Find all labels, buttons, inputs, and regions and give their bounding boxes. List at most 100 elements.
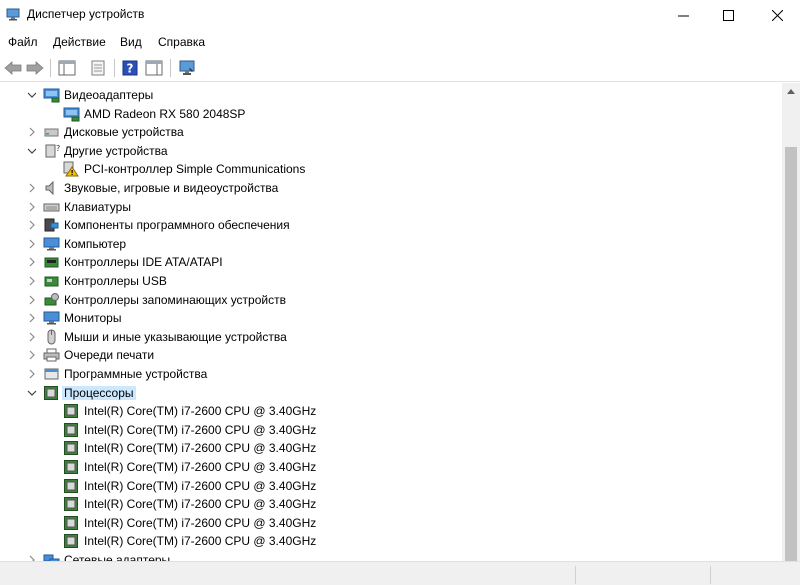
- tree-category[interactable]: Видеоадаптеры: [0, 86, 782, 105]
- speaker-icon: [43, 180, 60, 196]
- expand-toggle-closed[interactable]: [27, 126, 37, 138]
- chevron-right-icon[interactable]: [29, 220, 35, 230]
- tree-item-label: Контроллеры USB: [64, 274, 167, 288]
- tree-category[interactable]: Компьютер: [0, 235, 782, 254]
- chevron-right-icon[interactable]: [29, 295, 35, 305]
- expand-toggle-closed[interactable]: [27, 554, 37, 561]
- tree-device[interactable]: Intel(R) Core(TM) i7-2600 CPU @ 3.40GHz: [0, 514, 782, 533]
- action-pane-icon: [145, 60, 163, 76]
- maximize-button[interactable]: [705, 0, 751, 30]
- chevron-right-icon[interactable]: [29, 239, 35, 249]
- tree-category[interactable]: ? Другие устройства: [0, 142, 782, 161]
- tree-category[interactable]: Программные устройства: [0, 365, 782, 384]
- processor-icon: [63, 478, 80, 494]
- tree-item-label: Очереди печати: [64, 348, 155, 363]
- scan-hardware-button[interactable]: [176, 57, 198, 79]
- chevron-down-icon[interactable]: [27, 390, 37, 396]
- chevron-right-icon[interactable]: [29, 183, 35, 193]
- vertical-scrollbar[interactable]: [782, 83, 800, 561]
- scroll-up-icon[interactable]: [787, 88, 795, 94]
- disk-drive-icon: [43, 124, 60, 140]
- tree-item-label: Мыши и иные указывающие устройства: [64, 329, 287, 344]
- properties-button[interactable]: [87, 57, 109, 79]
- status-separator: [710, 566, 711, 584]
- expand-toggle-closed[interactable]: [27, 349, 37, 361]
- expand-toggle-closed[interactable]: [27, 182, 37, 194]
- tree-item-label: Intel(R) Core(TM) i7-2600 CPU @ 3.40GHz: [84, 534, 317, 549]
- tree-category[interactable]: Звуковые, игровые и видеоустройства: [0, 179, 782, 198]
- menu-file[interactable]: Файл: [8, 35, 38, 49]
- chevron-right-icon[interactable]: [29, 127, 35, 137]
- chevron-right-icon[interactable]: [29, 313, 35, 323]
- tree-device[interactable]: Intel(R) Core(TM) i7-2600 CPU @ 3.40GHz: [0, 495, 782, 514]
- tree-category[interactable]: Очереди печати: [0, 346, 782, 365]
- expand-toggle-closed[interactable]: [27, 368, 37, 380]
- toolbar-separator: [170, 59, 171, 77]
- menu-help[interactable]: Справка: [158, 35, 205, 49]
- expand-toggle-closed[interactable]: [27, 312, 37, 324]
- chevron-right-icon[interactable]: [29, 350, 35, 360]
- chevron-right-icon[interactable]: [29, 332, 35, 342]
- tree-category[interactable]: Сетевые адаптеры: [0, 551, 782, 561]
- menu-view[interactable]: Вид: [120, 35, 142, 49]
- expand-toggle-open[interactable]: [27, 145, 37, 157]
- tree-item-label: Звуковые, игровые и видеоустройства: [64, 181, 279, 195]
- tree-category[interactable]: Контроллеры запоминающих устройств: [0, 291, 782, 310]
- chevron-down-icon[interactable]: [27, 148, 37, 154]
- tree-category[interactable]: Контроллеры IDE ATA/ATAPI: [0, 253, 782, 272]
- toolbar-separator: [114, 59, 115, 77]
- expand-toggle-closed[interactable]: [27, 256, 37, 268]
- tree-item-label: Сетевые адаптеры: [64, 553, 171, 561]
- tree-device[interactable]: PCI-контроллер Simple Communications: [0, 160, 782, 179]
- processor-icon: [63, 422, 80, 438]
- tree-device[interactable]: AMD Radeon RX 580 2048SP: [0, 105, 782, 124]
- back-arrow-icon: [4, 61, 22, 75]
- tree-category[interactable]: Клавиатуры: [0, 198, 782, 217]
- tree-device[interactable]: Intel(R) Core(TM) i7-2600 CPU @ 3.40GHz: [0, 421, 782, 440]
- tree-device[interactable]: Intel(R) Core(TM) i7-2600 CPU @ 3.40GHz: [0, 439, 782, 458]
- expand-toggle-open[interactable]: [27, 387, 37, 399]
- storage-controller-icon: [43, 292, 60, 308]
- tree-category[interactable]: Контроллеры USB: [0, 272, 782, 291]
- help-button[interactable]: ?: [119, 57, 141, 79]
- expand-toggle-closed[interactable]: [27, 201, 37, 213]
- action-pane-button[interactable]: [143, 57, 165, 79]
- other-devices-icon: ?: [43, 143, 60, 159]
- chevron-right-icon[interactable]: [29, 257, 35, 267]
- expand-toggle-closed[interactable]: [27, 275, 37, 287]
- close-button[interactable]: [754, 0, 800, 30]
- tree-category[interactable]: Компоненты программного обеспечения: [0, 216, 782, 235]
- network-adapter-icon: [43, 552, 60, 561]
- device-manager-icon: [6, 8, 20, 21]
- expand-toggle-closed[interactable]: [27, 331, 37, 343]
- menu-action[interactable]: Действие: [53, 35, 106, 49]
- console-tree-button[interactable]: [56, 57, 78, 79]
- scroll-thumb[interactable]: [785, 147, 797, 561]
- tree-item-label: Компоненты программного обеспечения: [64, 218, 290, 233]
- tree-item-label: Компьютер: [64, 236, 127, 251]
- expand-toggle-closed[interactable]: [27, 219, 37, 231]
- expand-toggle-open[interactable]: [27, 89, 37, 101]
- chevron-right-icon[interactable]: [29, 276, 35, 286]
- forward-button[interactable]: [24, 57, 46, 79]
- tree-category[interactable]: Дисковые устройства: [0, 123, 782, 142]
- chevron-right-icon[interactable]: [29, 369, 35, 379]
- title-bar[interactable]: Диспетчер устройств: [0, 0, 800, 30]
- menu-bar: Файл Действие Вид Справка: [0, 31, 800, 53]
- chevron-right-icon[interactable]: [29, 202, 35, 212]
- tree-category[interactable]: Мыши и иные указывающие устройства: [0, 328, 782, 347]
- tree-device[interactable]: Intel(R) Core(TM) i7-2600 CPU @ 3.40GHz: [0, 402, 782, 421]
- chevron-down-icon[interactable]: [27, 92, 37, 98]
- toolbar-separator: [50, 59, 51, 77]
- tree-category[interactable]: Мониторы: [0, 309, 782, 328]
- tree-device[interactable]: Intel(R) Core(TM) i7-2600 CPU @ 3.40GHz: [0, 532, 782, 551]
- expand-toggle-closed[interactable]: [27, 294, 37, 306]
- back-button[interactable]: [2, 57, 24, 79]
- tree-device[interactable]: Intel(R) Core(TM) i7-2600 CPU @ 3.40GHz: [0, 458, 782, 477]
- device-tree[interactable]: Видеоадаптеры AMD Radeon RX 580 2048SP Дис…: [0, 83, 782, 561]
- expand-toggle-closed[interactable]: [27, 238, 37, 250]
- scan-hardware-icon: [179, 60, 195, 75]
- minimize-button[interactable]: [660, 0, 706, 30]
- tree-device[interactable]: Intel(R) Core(TM) i7-2600 CPU @ 3.40GHz: [0, 477, 782, 496]
- tree-category[interactable]: Процессоры: [0, 384, 782, 403]
